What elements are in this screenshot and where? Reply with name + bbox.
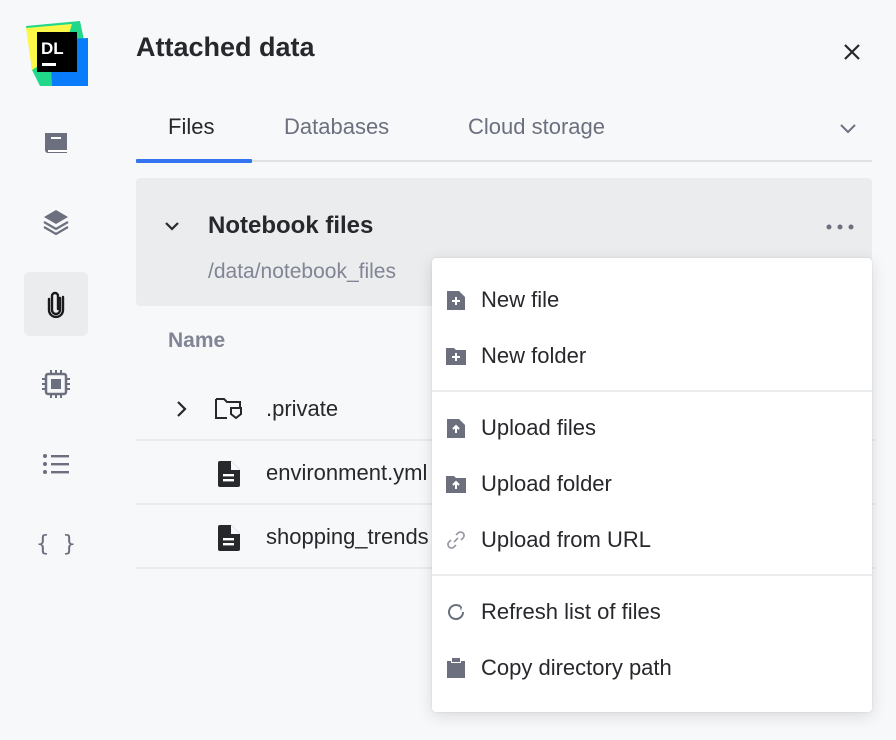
new-file-icon bbox=[446, 290, 466, 310]
menu-item-new-file[interactable]: New file bbox=[432, 275, 872, 325]
menu-divider bbox=[432, 390, 872, 392]
section-path: /data/notebook_files bbox=[208, 260, 396, 284]
chevron-down-icon bbox=[838, 118, 858, 138]
list-icon bbox=[43, 453, 69, 475]
tab-files[interactable]: Files bbox=[168, 114, 214, 140]
link-icon bbox=[446, 530, 466, 550]
context-menu: New file New folder Upload files Upload … bbox=[432, 258, 872, 712]
new-folder-icon bbox=[446, 346, 466, 366]
panel-title: Attached data bbox=[136, 32, 315, 63]
close-icon bbox=[843, 43, 861, 61]
braces-icon: { } bbox=[36, 532, 76, 557]
file-name: .private bbox=[266, 396, 338, 422]
file-icon bbox=[218, 525, 240, 551]
menu-item-upload-folder[interactable]: Upload folder bbox=[432, 459, 872, 509]
paperclip-icon bbox=[45, 290, 67, 318]
tab-cloud-storage[interactable]: Cloud storage bbox=[468, 114, 605, 140]
section-title: Notebook files bbox=[208, 212, 373, 240]
sidebar-item-compute[interactable] bbox=[24, 352, 88, 416]
upload-file-icon bbox=[446, 418, 466, 438]
app-logo[interactable]: DL bbox=[24, 20, 92, 90]
sidebar-item-attached-data[interactable] bbox=[24, 272, 88, 336]
sidebar-item-notebook[interactable] bbox=[24, 112, 88, 176]
refresh-icon bbox=[446, 602, 466, 622]
logo-text: DL bbox=[41, 39, 64, 58]
clipboard-icon bbox=[446, 658, 466, 678]
tabs-more-button[interactable] bbox=[838, 118, 858, 143]
protected-folder-icon bbox=[214, 397, 244, 421]
active-tab-indicator bbox=[136, 159, 252, 163]
chevron-right-icon[interactable] bbox=[174, 399, 188, 419]
book-icon bbox=[43, 131, 69, 157]
sidebar-item-layers[interactable] bbox=[24, 190, 88, 254]
sidebar-item-outline[interactable] bbox=[24, 432, 88, 496]
file-name: shopping_trends bbox=[266, 524, 429, 550]
chevron-down-icon bbox=[162, 216, 182, 236]
file-icon bbox=[218, 461, 240, 487]
upload-folder-icon bbox=[446, 474, 466, 494]
menu-item-new-folder[interactable]: New folder bbox=[432, 331, 872, 381]
tab-databases[interactable]: Databases bbox=[284, 114, 389, 140]
sidebar-item-variables[interactable]: { } bbox=[24, 512, 88, 576]
menu-item-refresh[interactable]: Refresh list of files bbox=[432, 587, 872, 637]
collapse-toggle[interactable] bbox=[162, 216, 182, 241]
menu-item-copy-path[interactable]: Copy directory path bbox=[432, 643, 872, 693]
menu-item-upload-from-url[interactable]: Upload from URL bbox=[432, 515, 872, 565]
chip-icon bbox=[42, 370, 70, 398]
more-horizontal-icon bbox=[824, 220, 856, 234]
file-name: environment.yml bbox=[266, 460, 427, 486]
more-options-button[interactable] bbox=[824, 220, 856, 239]
menu-divider bbox=[432, 574, 872, 576]
column-header-name[interactable]: Name bbox=[168, 329, 225, 353]
menu-item-upload-files[interactable]: Upload files bbox=[432, 403, 872, 453]
close-button[interactable] bbox=[838, 38, 866, 66]
layers-icon bbox=[42, 208, 70, 236]
